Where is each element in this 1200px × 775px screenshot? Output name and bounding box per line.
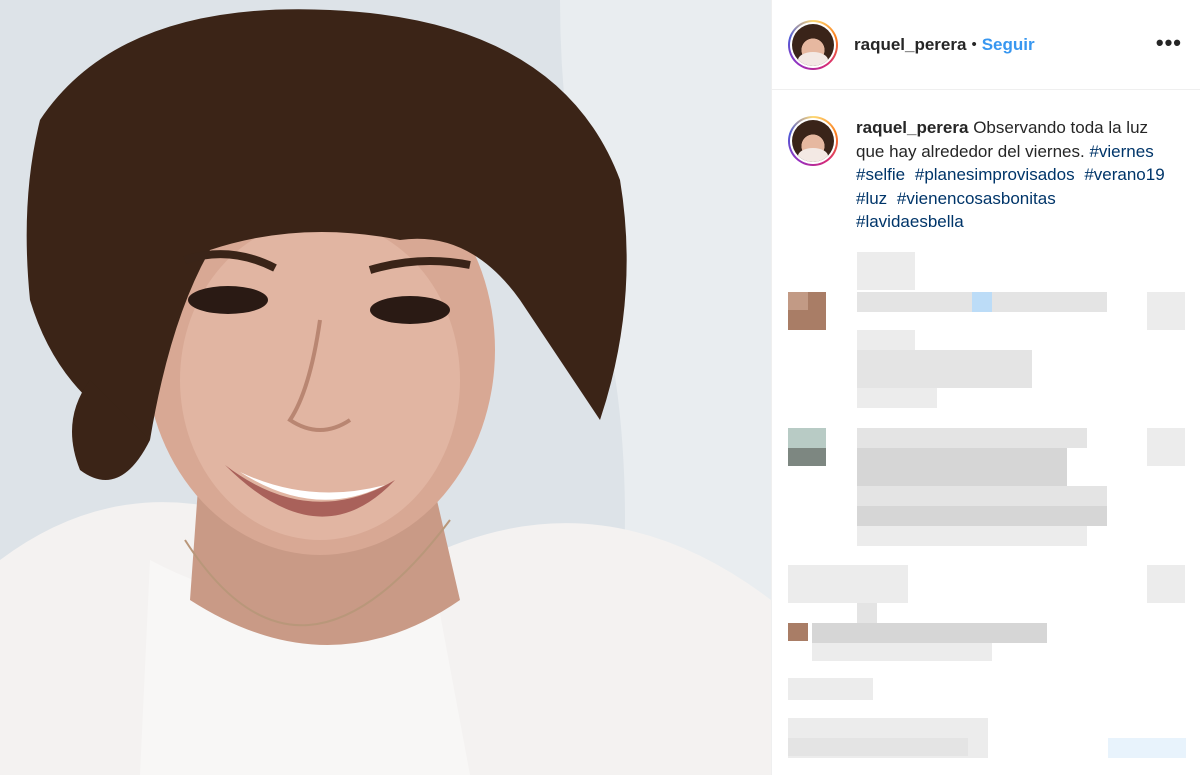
hashtag-link[interactable]: #selfie xyxy=(856,165,905,184)
post-side-panel: raquel_perera • Seguir ••• raquel_perera… xyxy=(771,0,1200,775)
caption-text: raquel_perera Observando toda la luz que… xyxy=(856,116,1174,234)
separator-dot: • xyxy=(971,36,977,53)
avatar-image xyxy=(792,23,834,66)
header-avatar[interactable] xyxy=(788,19,838,70)
post-header: raquel_perera • Seguir ••• xyxy=(772,0,1200,90)
selfie-image xyxy=(0,0,771,775)
follow-button[interactable]: Seguir xyxy=(982,35,1035,55)
post-window: raquel_perera • Seguir ••• raquel_perera… xyxy=(0,0,1200,775)
hashtag-link[interactable]: #luz xyxy=(856,189,887,208)
hashtag-link[interactable]: #lavidaesbella xyxy=(856,212,964,231)
post-caption: raquel_perera Observando toda la luz que… xyxy=(772,90,1200,234)
post-photo[interactable] xyxy=(0,0,771,775)
hashtag-link[interactable]: #planesimprovisados xyxy=(915,165,1075,184)
hashtag-link[interactable]: #verano19 xyxy=(1084,165,1164,184)
avatar-image xyxy=(792,120,834,162)
hashtag-link[interactable]: #vienencosasbonitas xyxy=(897,189,1056,208)
caption-username[interactable]: raquel_perera xyxy=(856,118,968,137)
more-options-icon[interactable]: ••• xyxy=(1156,30,1182,56)
caption-avatar[interactable] xyxy=(788,116,838,166)
hashtag-link[interactable]: #viernes xyxy=(1089,142,1153,161)
header-username[interactable]: raquel_perera xyxy=(854,35,966,55)
